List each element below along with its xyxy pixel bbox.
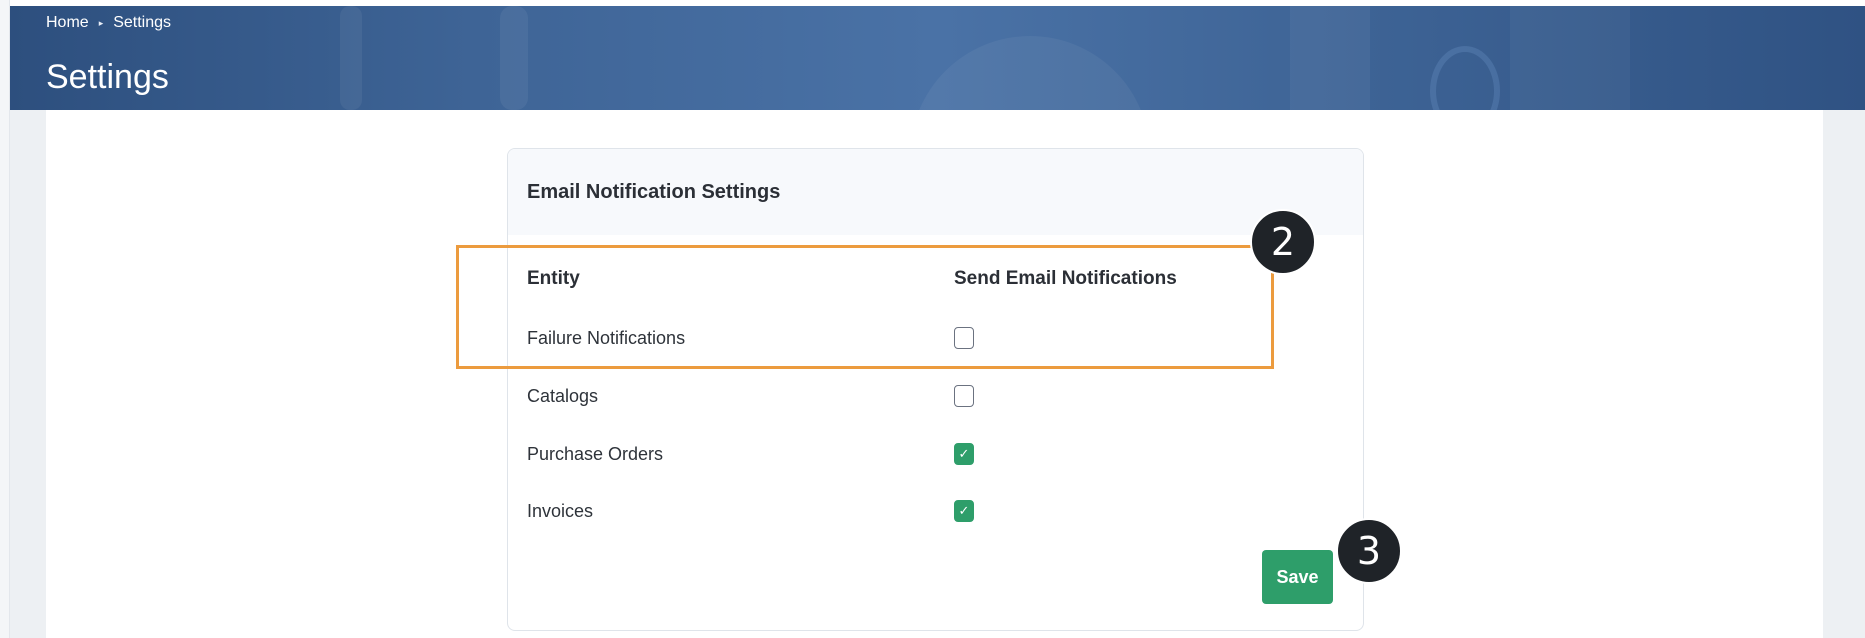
banner-decoration <box>1510 6 1630 110</box>
breadcrumb-home-link[interactable]: Home <box>46 14 89 32</box>
annotation-highlight-box <box>456 245 1274 369</box>
content-frame-left <box>10 110 46 638</box>
step-badge-2: 2 <box>1250 209 1316 275</box>
checkmark-icon: ✓ <box>958 503 970 518</box>
banner-decoration <box>340 6 362 110</box>
table-row: Invoices ✓ <box>527 491 1327 531</box>
left-gutter <box>0 0 10 638</box>
breadcrumb-current: Settings <box>113 14 172 31</box>
table-row: Purchase Orders ✓ <box>527 434 1327 474</box>
page-header-banner: Home ▸ Settings Settings <box>10 6 1865 110</box>
page-title: Settings <box>46 58 169 96</box>
card-title: Email Notification Settings <box>527 180 781 203</box>
row-label-catalogs: Catalogs <box>527 385 599 406</box>
row-label-invoices: Invoices <box>527 500 594 521</box>
purchase-orders-checkbox[interactable]: ✓ <box>954 443 974 465</box>
banner-decoration <box>500 6 528 110</box>
banner-decoration <box>1430 46 1500 110</box>
breadcrumb: Home ▸ Settings <box>46 14 171 32</box>
step-badge-3: 3 <box>1336 518 1402 584</box>
save-button[interactable]: Save <box>1262 550 1333 604</box>
page: Home ▸ Settings Settings Email Notificat… <box>0 0 1865 638</box>
email-notification-settings-card: Email Notification Settings Entity Send … <box>507 148 1364 631</box>
row-label-purchase-orders: Purchase Orders <box>527 443 664 464</box>
banner-decoration <box>1290 6 1370 110</box>
table-row: Catalogs <box>527 376 1327 416</box>
breadcrumb-separator-icon: ▸ <box>98 17 104 28</box>
catalogs-checkbox[interactable] <box>954 385 974 407</box>
invoices-checkbox[interactable]: ✓ <box>954 500 974 522</box>
card-header: Email Notification Settings <box>508 149 1363 235</box>
banner-decoration <box>910 36 1150 110</box>
checkmark-icon: ✓ <box>958 446 970 461</box>
content-frame-right <box>1823 110 1865 638</box>
